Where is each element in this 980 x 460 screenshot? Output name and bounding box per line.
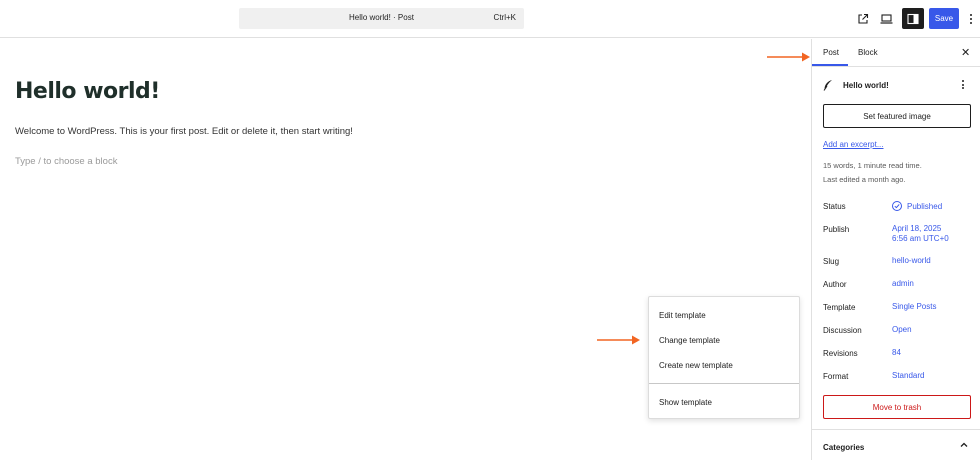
preview-button[interactable] [875, 8, 897, 29]
close-icon[interactable]: ✕ [961, 46, 970, 59]
discussion-label: Discussion [823, 326, 862, 335]
settings-sidebar-toggle[interactable] [902, 8, 924, 29]
post-summary-title: Hello world! [843, 81, 889, 90]
published-check-icon [892, 201, 902, 211]
edit-template-item[interactable]: Edit template [659, 311, 706, 320]
external-link-icon [858, 13, 869, 24]
sidebar-toggle-icon [907, 13, 919, 24]
command-bar-title: Hello world! · Post [349, 13, 414, 22]
move-to-trash-button[interactable]: Move to trash [823, 395, 971, 419]
create-new-template-item[interactable]: Create new template [659, 361, 733, 370]
post-feather-icon [823, 80, 832, 91]
categories-divider [812, 429, 980, 430]
categories-panel-title[interactable]: Categories [823, 443, 864, 452]
author-value[interactable]: admin [892, 279, 914, 289]
arrow-to-change-template-icon [597, 335, 640, 345]
template-menu: Edit template Change template Create new… [648, 296, 800, 419]
tab-block[interactable]: Block [858, 48, 878, 57]
sidebar-tabs: Post Block ✕ [812, 39, 980, 67]
chevron-up-icon[interactable] [959, 440, 969, 450]
command-palette-bar[interactable]: Hello world! · Post Ctrl+K [239, 8, 524, 29]
arrow-to-post-tab-icon [767, 52, 810, 62]
paragraph-block[interactable]: Welcome to WordPress. This is your first… [15, 126, 353, 137]
set-featured-image-button[interactable]: Set featured image [823, 104, 971, 128]
format-label: Format [823, 372, 849, 381]
discussion-value[interactable]: Open [892, 325, 912, 335]
change-template-item[interactable]: Change template [659, 336, 720, 345]
revisions-label: Revisions [823, 349, 858, 358]
revisions-value[interactable]: 84 [892, 348, 901, 358]
post-title[interactable]: Hello world! [15, 79, 160, 104]
template-value[interactable]: Single Posts [892, 302, 936, 312]
post-actions-icon[interactable] [962, 80, 964, 89]
format-value[interactable]: Standard [892, 371, 924, 381]
save-button[interactable]: Save [929, 8, 959, 29]
active-tab-indicator [812, 64, 848, 66]
menu-divider [649, 383, 799, 384]
author-label: Author [823, 280, 847, 289]
tab-post[interactable]: Post [823, 48, 839, 57]
settings-sidebar: Post Block ✕ Hello world! Set featured i… [811, 39, 980, 460]
options-icon[interactable] [965, 8, 977, 29]
view-post-button[interactable] [852, 8, 874, 29]
device-preview-icon [880, 13, 892, 24]
status-value-text: Published [907, 202, 943, 211]
editor-header: Hello world! · Post Ctrl+K Save [0, 0, 980, 38]
publish-time-line: 6:56 am UTC+0 [892, 234, 949, 243]
slug-value[interactable]: hello-world [892, 256, 931, 266]
status-label: Status [823, 202, 846, 211]
publish-label: Publish [823, 225, 850, 234]
slug-label: Slug [823, 257, 840, 266]
status-value[interactable]: Published [892, 201, 942, 212]
word-count-text: 15 words, 1 minute read time. [823, 161, 922, 170]
command-bar-shortcut: Ctrl+K [493, 13, 516, 22]
block-placeholder[interactable]: Type / to choose a block [15, 156, 117, 167]
publish-date-value[interactable]: April 18, 2025 6:56 am UTC+0 [892, 224, 949, 244]
show-template-item[interactable]: Show template [659, 398, 712, 407]
template-label: Template [823, 303, 856, 312]
add-excerpt-link[interactable]: Add an excerpt... [823, 140, 883, 149]
publish-date-line: April 18, 2025 [892, 224, 942, 233]
last-edited-text: Last edited a month ago. [823, 175, 906, 184]
